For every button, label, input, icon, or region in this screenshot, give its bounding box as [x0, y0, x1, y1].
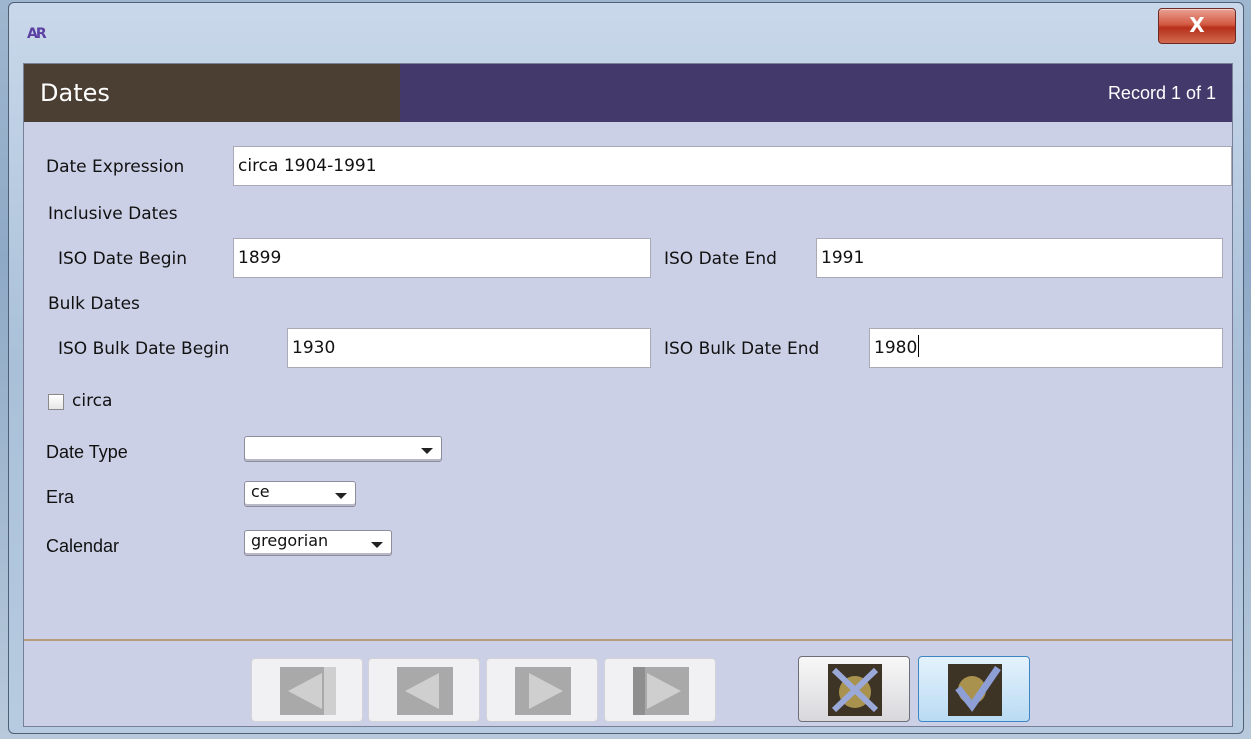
close-button[interactable]: X: [1158, 8, 1236, 44]
previous-record-icon: [397, 667, 453, 715]
record-counter: Record 1 of 1: [1107, 83, 1216, 103]
ok-button[interactable]: [918, 656, 1030, 722]
iso-bulk-date-end-label: ISO Bulk Date End: [664, 339, 820, 359]
footer-divider: [24, 639, 1232, 641]
era-label: Era: [46, 487, 75, 507]
iso-bulk-date-end-input[interactable]: 1980: [869, 328, 1223, 368]
date-expression-label: Date Expression: [46, 157, 185, 177]
page-title: Dates: [40, 79, 110, 107]
first-record-icon: [280, 667, 336, 715]
date-type-label: Date Type: [46, 442, 128, 462]
chevron-down-icon: [421, 448, 433, 454]
circa-checkbox[interactable]: [48, 394, 64, 410]
era-select[interactable]: ce: [244, 481, 356, 507]
dialog-window: AR X Dates Record 1 of 1 Date Expression…: [8, 2, 1244, 734]
calendar-value: gregorian: [251, 531, 329, 550]
next-record-button[interactable]: [486, 658, 598, 722]
title-bar[interactable]: AR X: [9, 3, 1243, 61]
cancel-button[interactable]: [798, 656, 910, 722]
iso-date-end-input[interactable]: 1991: [816, 238, 1223, 278]
iso-date-begin-input[interactable]: 1899: [233, 238, 651, 278]
iso-bulk-date-end-value: 1980: [874, 338, 918, 358]
dates-panel: Dates Record 1 of 1 Date Expression circ…: [23, 63, 1233, 727]
panel-header: Dates Record 1 of 1: [24, 64, 1232, 122]
iso-bulk-date-begin-input[interactable]: 1930: [287, 328, 651, 368]
last-record-icon: [633, 667, 689, 715]
last-record-button[interactable]: [604, 658, 716, 722]
inclusive-dates-heading: Inclusive Dates: [48, 204, 178, 224]
cancel-x-icon: [828, 664, 882, 716]
text-cursor: [918, 335, 920, 357]
header-title-block: Dates: [24, 64, 400, 122]
iso-date-end-label: ISO Date End: [664, 249, 777, 269]
date-type-select[interactable]: [244, 436, 442, 462]
chevron-down-icon: [335, 493, 347, 499]
chevron-down-icon: [371, 542, 383, 548]
iso-date-begin-label: ISO Date Begin: [58, 249, 188, 269]
first-record-button[interactable]: [251, 658, 363, 722]
next-record-icon: [515, 667, 571, 715]
previous-record-button[interactable]: [368, 658, 480, 722]
iso-bulk-date-begin-label: ISO Bulk Date Begin: [58, 339, 230, 359]
bulk-dates-heading: Bulk Dates: [48, 294, 140, 314]
date-expression-input[interactable]: circa 1904-1991: [233, 146, 1232, 186]
circa-label: circa: [72, 391, 113, 411]
app-logo-icon: AR: [27, 26, 47, 42]
ok-check-icon: [948, 664, 1002, 716]
calendar-select[interactable]: gregorian: [244, 530, 392, 556]
calendar-label: Calendar: [46, 536, 120, 556]
era-value: ce: [251, 482, 270, 501]
